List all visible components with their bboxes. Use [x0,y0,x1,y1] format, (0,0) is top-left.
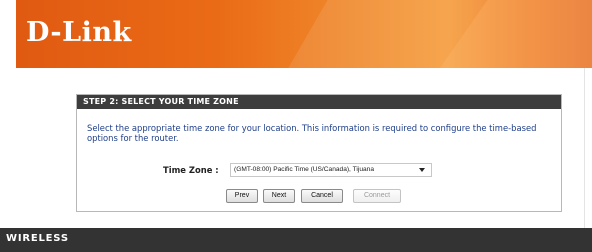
header-banner: D-Link [16,0,592,68]
left-margin [0,0,16,252]
footer-bar: WIRELESS [0,228,592,252]
timezone-label: Time Zone : [163,165,219,175]
panel-description: Select the appropriate time zone for you… [87,123,537,143]
main-content: STEP 2: SELECT YOUR TIME ZONE Select the… [16,68,592,228]
dlink-logo: D-Link [26,17,132,48]
footer-brand: WIRELESS [6,233,69,244]
prev-button[interactable]: Prev [226,189,258,203]
panel-title: STEP 2: SELECT YOUR TIME ZONE [77,95,561,109]
right-scroll-edge [584,68,592,228]
timezone-row: Time Zone : (GMT-08:00) Pacific Time (US… [77,163,561,179]
connect-button[interactable]: Connect [353,189,401,203]
wizard-buttons: Prev Next Cancel Connect [77,189,561,205]
timezone-panel: STEP 2: SELECT YOUR TIME ZONE Select the… [76,94,562,212]
chevron-down-icon [419,168,425,172]
cancel-button[interactable]: Cancel [301,189,343,203]
next-button[interactable]: Next [263,189,295,203]
timezone-selected-value: (GMT-08:00) Pacific Time (US/Canada), Ti… [234,166,374,173]
timezone-select[interactable]: (GMT-08:00) Pacific Time (US/Canada), Ti… [230,163,432,177]
